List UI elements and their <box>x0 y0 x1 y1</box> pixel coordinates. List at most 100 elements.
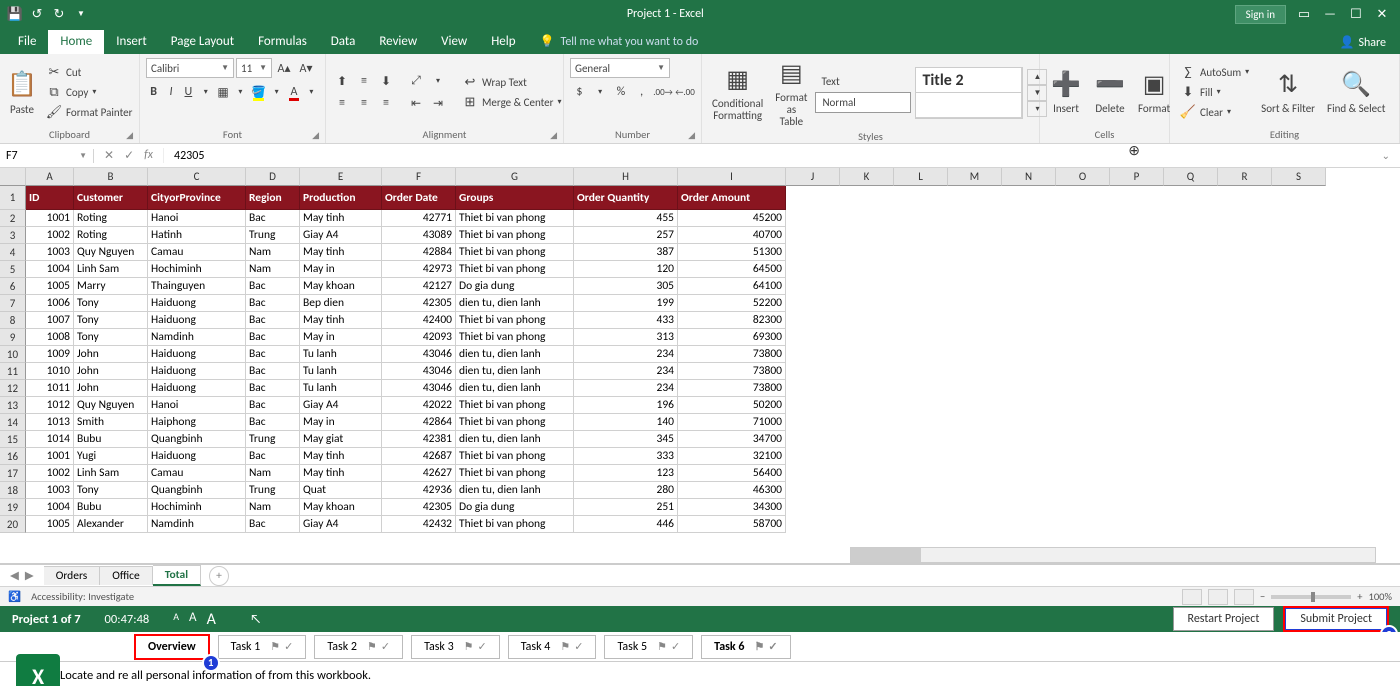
increase-decimal-button[interactable]: .00→ <box>653 82 673 102</box>
orientation-dropdown[interactable]: ▾ <box>428 71 448 91</box>
autosum-button[interactable]: ∑AutoSum ▾ <box>1176 63 1253 81</box>
table-header-cell[interactable]: Production <box>300 186 382 210</box>
tab-formulas[interactable]: Formulas <box>246 30 319 54</box>
new-sheet-button[interactable]: + <box>209 566 229 586</box>
data-cell[interactable]: 123 <box>574 465 678 482</box>
find-select-button[interactable]: 🔍Find & Select <box>1323 69 1389 115</box>
data-cell[interactable]: Yugi <box>74 448 148 465</box>
data-cell[interactable]: Trung <box>246 482 300 499</box>
data-cell[interactable]: Quangbinh <box>148 482 246 499</box>
text-size-medium[interactable]: A <box>189 610 197 629</box>
data-cell[interactable]: Hanoi <box>148 210 246 227</box>
zoom-slider[interactable] <box>1271 595 1351 599</box>
data-cell[interactable]: 234 <box>574 363 678 380</box>
decrease-indent-button[interactable]: ⇤ <box>406 93 426 113</box>
data-cell[interactable]: 32100 <box>678 448 786 465</box>
data-cell[interactable]: 73800 <box>678 346 786 363</box>
number-format-select[interactable]: General▼ <box>570 58 670 78</box>
underline-button[interactable]: U <box>181 82 196 102</box>
data-cell[interactable]: Quangbinh <box>148 431 246 448</box>
data-cell[interactable]: Nam <box>246 261 300 278</box>
data-cell[interactable]: dien tu, dien lanh <box>456 346 574 363</box>
font-name-select[interactable]: Calibri▼ <box>146 58 234 78</box>
data-cell[interactable]: Giay A4 <box>300 397 382 414</box>
row-header[interactable]: 8 <box>0 312 26 329</box>
comma-button[interactable]: , <box>632 82 651 102</box>
data-cell[interactable]: 64100 <box>678 278 786 295</box>
column-header[interactable]: D <box>246 168 300 186</box>
data-cell[interactable]: 40700 <box>678 227 786 244</box>
paste-button[interactable]: 📋 Paste <box>6 69 38 116</box>
column-header[interactable]: O <box>1056 168 1110 186</box>
column-header[interactable]: H <box>574 168 678 186</box>
data-cell[interactable]: 73800 <box>678 380 786 397</box>
data-cell[interactable]: Thiet bi van phong <box>456 465 574 482</box>
data-cell[interactable]: Haiduong <box>148 448 246 465</box>
data-cell[interactable]: 34700 <box>678 431 786 448</box>
redo-icon[interactable]: ↻ <box>52 7 66 21</box>
spreadsheet-grid[interactable]: ABCDEFGHIJKLMNOPQRS 1IDCustomerCityorPro… <box>0 168 1400 564</box>
data-cell[interactable]: 1009 <box>26 346 74 363</box>
flag-icon[interactable]: ⚑ <box>367 640 377 653</box>
cell-style-title[interactable]: Title 2 <box>916 68 1022 93</box>
data-cell[interactable]: 257 <box>574 227 678 244</box>
data-cell[interactable]: Haiphong <box>148 414 246 431</box>
data-cell[interactable]: 234 <box>574 380 678 397</box>
page-layout-view-button[interactable] <box>1208 589 1228 605</box>
page-break-view-button[interactable] <box>1234 589 1254 605</box>
data-cell[interactable]: Tony <box>74 312 148 329</box>
tab-page-layout[interactable]: Page Layout <box>159 30 246 54</box>
data-cell[interactable]: Tu lanh <box>300 363 382 380</box>
data-cell[interactable]: dien tu, dien lanh <box>456 380 574 397</box>
align-center-button[interactable]: ≡ <box>354 93 374 113</box>
accessibility-status[interactable]: Accessibility: Investigate <box>31 590 134 603</box>
align-left-button[interactable]: ≡ <box>332 93 352 113</box>
wrap-text-button[interactable]: ↩Wrap Text <box>458 73 566 91</box>
text-size-small[interactable]: A <box>173 610 179 629</box>
data-cell[interactable]: 234 <box>574 346 678 363</box>
align-top-button[interactable]: ⬆ <box>332 71 352 91</box>
data-cell[interactable]: Nam <box>246 244 300 261</box>
data-cell[interactable]: 1012 <box>26 397 74 414</box>
fill-color-dropdown[interactable]: ▾ <box>269 82 284 102</box>
restart-project-button[interactable]: Restart Project <box>1173 607 1275 631</box>
data-cell[interactable]: 1010 <box>26 363 74 380</box>
sign-in-button[interactable]: Sign in <box>1235 5 1286 24</box>
data-cell[interactable]: Bac <box>246 295 300 312</box>
data-cell[interactable]: 1013 <box>26 414 74 431</box>
data-cell[interactable]: Giay A4 <box>300 227 382 244</box>
fill-button[interactable]: ⬇Fill ▾ <box>1176 83 1253 101</box>
text-size-large[interactable]: A <box>207 610 216 629</box>
minimize-icon[interactable]: — <box>1322 6 1338 22</box>
data-cell[interactable]: Hanoi <box>148 397 246 414</box>
underline-dropdown[interactable]: ▾ <box>198 82 213 102</box>
column-header[interactable]: N <box>1002 168 1056 186</box>
data-cell[interactable]: Trung <box>246 227 300 244</box>
data-cell[interactable]: dien tu, dien lanh <box>456 482 574 499</box>
data-cell[interactable]: Do gia dung <box>456 278 574 295</box>
data-cell[interactable]: 42627 <box>382 465 456 482</box>
data-cell[interactable]: 42687 <box>382 448 456 465</box>
data-cell[interactable]: 1001 <box>26 448 74 465</box>
row-header[interactable]: 9 <box>0 329 26 346</box>
task-overview-button[interactable]: Overview <box>134 634 210 660</box>
share-button[interactable]: 👤 Share <box>1325 31 1400 54</box>
data-cell[interactable]: 58700 <box>678 516 786 533</box>
data-cell[interactable]: 42432 <box>382 516 456 533</box>
table-header-cell[interactable]: ID <box>26 186 74 210</box>
row-header[interactable]: 15 <box>0 431 26 448</box>
data-cell[interactable]: Marry <box>74 278 148 295</box>
column-header[interactable]: M <box>948 168 1002 186</box>
data-cell[interactable]: Linh Sam <box>74 261 148 278</box>
data-cell[interactable]: Nam <box>246 499 300 516</box>
data-cell[interactable]: May in <box>300 261 382 278</box>
border-dropdown[interactable]: ▾ <box>233 82 248 102</box>
data-cell[interactable]: 71000 <box>678 414 786 431</box>
data-cell[interactable]: 1001 <box>26 210 74 227</box>
data-cell[interactable]: May in <box>300 329 382 346</box>
data-cell[interactable]: Hochiminh <box>148 261 246 278</box>
clear-button[interactable]: 🧹Clear ▾ <box>1176 103 1253 121</box>
data-cell[interactable]: May tinh <box>300 465 382 482</box>
flag-icon[interactable]: ⚑ <box>560 640 570 653</box>
data-cell[interactable]: Haiduong <box>148 380 246 397</box>
